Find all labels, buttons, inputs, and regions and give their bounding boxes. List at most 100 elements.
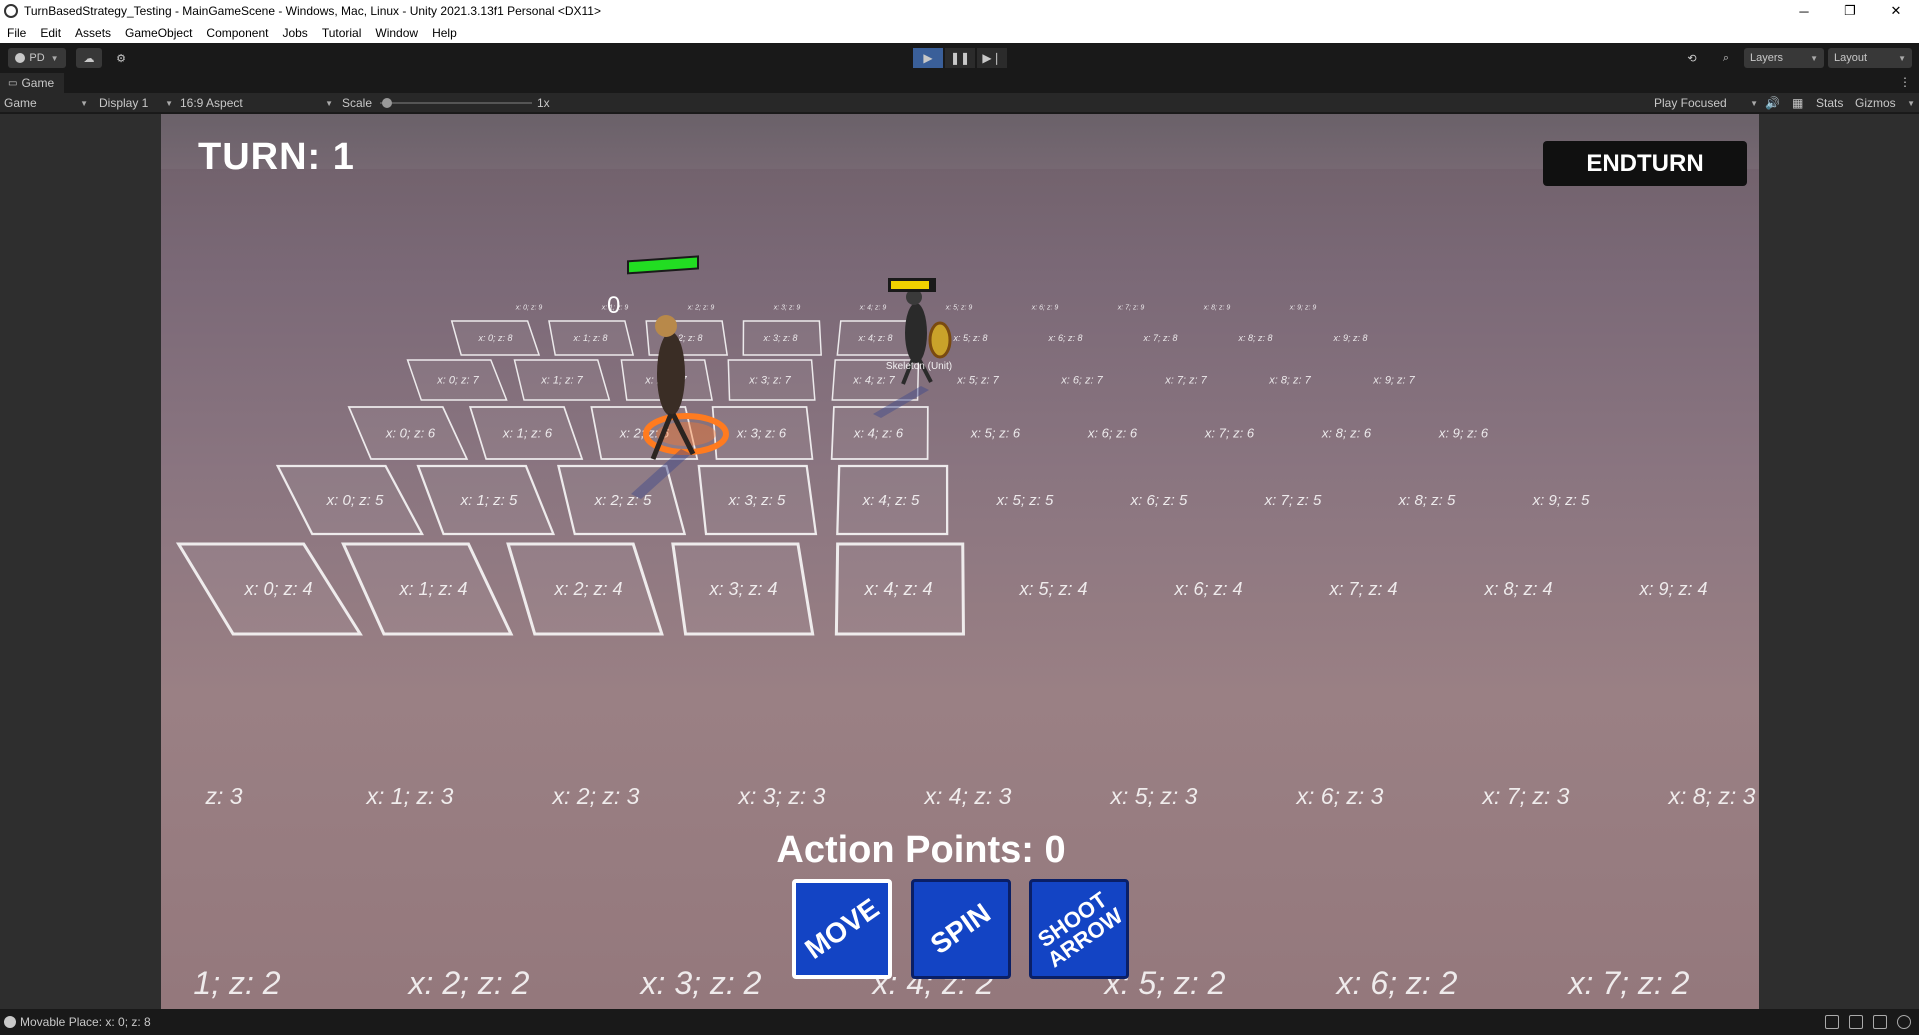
menu-edit[interactable]: Edit <box>33 26 68 40</box>
enemy-unit-body <box>905 303 927 363</box>
chevron-down-icon: ▼ <box>325 98 333 108</box>
grid-cell-label: x: 8; z: 7 <box>1268 375 1311 387</box>
grid-cell-label: z: 3 <box>204 783 242 809</box>
move-action-button[interactable]: MOVE <box>792 879 892 979</box>
kebab-menu-icon[interactable]: ⋮ <box>1899 75 1911 89</box>
gizmos-dropdown[interactable]: Gizmos ▼ <box>1855 93 1915 113</box>
maximize-button[interactable]: ❐ <box>1827 0 1873 22</box>
account-dropdown[interactable]: PD ▼ <box>8 48 66 68</box>
check-circle-icon[interactable] <box>1897 1015 1911 1029</box>
mode-dropdown[interactable]: Game ▼ <box>4 93 88 113</box>
menu-jobs[interactable]: Jobs <box>275 26 314 40</box>
close-button[interactable]: ✕ <box>1873 0 1919 22</box>
grid-cell-label: x: 2; z: 3 <box>552 783 640 809</box>
minimize-button[interactable]: ─ <box>1781 0 1827 22</box>
menu-gameobject[interactable]: GameObject <box>118 26 199 40</box>
aspect-dropdown[interactable]: 16:9 Aspect ▼ <box>180 93 333 113</box>
search-icon: ⌕ <box>1722 51 1730 64</box>
spin-action-button[interactable]: SPIN <box>911 879 1011 979</box>
grid-cell-label: x: 0; z: 6 <box>385 425 436 440</box>
grid-cell-label: x: 7; z: 6 <box>1204 425 1255 440</box>
grid-cell-label: x: 5; z: 8 <box>952 333 987 343</box>
chevron-down-icon: ▼ <box>80 98 88 108</box>
grid-cell-label: x: 8; z: 8 <box>1237 333 1272 343</box>
grid-cell-label: x: 7; z: 8 <box>1142 333 1177 343</box>
chevron-down-icon: ▼ <box>1907 98 1915 108</box>
end-turn-button[interactable]: ENDTURN <box>1543 141 1747 186</box>
grid-cell-label: x: 3; z: 8 <box>762 333 797 343</box>
grid-cell-label: x: 7; z: 9 <box>1117 304 1145 311</box>
scale-label: Scale <box>342 96 373 110</box>
grid-cell-label: x: 8; z: 4 <box>1483 579 1552 599</box>
turn-counter: TURN: 1 <box>198 136 355 178</box>
scale-slider-handle[interactable] <box>382 98 392 108</box>
grid-cell-label: x: 9; z: 5 <box>1532 492 1590 509</box>
game-viewport: x: 0; z: 9 x: 1; z: 9 x: 2; z: 9 x: 3; z: 9… <box>0 114 1919 1009</box>
mute-audio-icon[interactable]: 🔊 <box>1765 93 1780 113</box>
pause-button[interactable]: ❚❚ <box>945 48 975 68</box>
layers-dropdown[interactable]: Layers ▼ <box>1744 48 1824 68</box>
layout-label: Layout <box>1834 52 1868 64</box>
game-tab-strip: ▭ Game ⋮ <box>0 73 1919 93</box>
grid-cell-label: x: 0; z: 8 <box>477 333 512 343</box>
grid-cell-label: x: 6; z: 6 <box>1087 425 1138 440</box>
game-scene[interactable]: x: 0; z: 9 x: 1; z: 9 x: 2; z: 9 x: 3; z: 9… <box>161 114 1759 1009</box>
grid-cell-label: x: 1; z: 5 <box>460 492 518 509</box>
tab-game[interactable]: ▭ Game <box>0 73 65 93</box>
player-unit-head <box>655 315 677 337</box>
grid-cell-label: x: 4; z: 6 <box>853 425 904 440</box>
shoot-arrow-action-button[interactable]: SHOOT ARROW <box>1029 879 1129 979</box>
layers-label: Layers <box>1750 52 1784 64</box>
display-label: Display 1 <box>99 96 149 110</box>
bug-icon[interactable] <box>1825 1015 1839 1029</box>
scale-value: 1x <box>537 96 550 110</box>
grid-cell-label: x: 6; z: 8 <box>1047 333 1082 343</box>
scale-slider[interactable] <box>380 93 532 113</box>
history-icon: ⟲ <box>1687 52 1697 65</box>
grid-cell-label: x: 2; z: 4 <box>553 579 622 599</box>
status-message[interactable]: Movable Place: x: 0; z: 8 <box>20 1015 151 1029</box>
menu-window[interactable]: Window <box>368 26 425 40</box>
stats-button[interactable]: Stats <box>1816 93 1843 113</box>
grid-cell-label: x: 9; z: 9 <box>1289 304 1317 311</box>
menu-tutorial[interactable]: Tutorial <box>315 26 369 40</box>
spin-action-label: SPIN <box>925 897 997 961</box>
play-focused-dropdown[interactable]: Play Focused ▼ <box>1654 93 1758 113</box>
grid-cell-label: x: 6; z: 3 <box>1296 783 1384 809</box>
account-label: PD <box>29 52 45 64</box>
window-title-bar: TurnBasedStrategy_Testing - MainGameScen… <box>0 0 1919 22</box>
layout-dropdown[interactable]: Layout ▼ <box>1828 48 1912 68</box>
grid-cell-label: x: 4; z: 4 <box>863 579 932 599</box>
cloud-button[interactable]: ☁ <box>76 48 102 68</box>
unit-action-points-label: 0 <box>607 292 620 319</box>
menu-file[interactable]: File <box>0 26 33 40</box>
grid-overlay: x: 0; z: 9 x: 1; z: 9 x: 2; z: 9 x: 3; z: 9… <box>175 255 1756 1001</box>
play-button[interactable]: ▶ <box>913 48 943 68</box>
grid-cell-label: x: 5; z: 4 <box>1018 579 1087 599</box>
search-button[interactable]: ⌕ <box>1713 48 1739 68</box>
cloud-icon: ☁ <box>83 52 95 65</box>
display-dropdown[interactable]: Display 1 ▼ <box>99 93 173 113</box>
grid-cell-label: x: 3; z: 2 <box>639 965 762 1001</box>
step-button[interactable]: ▶❘ <box>977 48 1007 68</box>
menu-help[interactable]: Help <box>425 26 464 40</box>
collab-button[interactable]: ⚙ <box>108 48 134 68</box>
chevron-down-icon: ▼ <box>165 98 173 108</box>
no-entry-icon[interactable] <box>1873 1015 1887 1029</box>
history-button[interactable]: ⟲ <box>1679 48 1705 68</box>
status-bar: Movable Place: x: 0; z: 8 <box>0 1009 1919 1035</box>
menu-component[interactable]: Component <box>199 26 275 40</box>
play-focused-label: Play Focused <box>1654 96 1727 110</box>
grid-cell-label: x: 5; z: 7 <box>956 375 999 387</box>
database-icon[interactable] <box>1849 1015 1863 1029</box>
menu-assets[interactable]: Assets <box>68 26 118 40</box>
grid-cell-label: x: 0; z: 9 <box>515 304 543 311</box>
account-icon <box>15 53 26 63</box>
enemy-health-bar <box>891 281 929 289</box>
grid-cell-label: x: 5; z: 5 <box>996 492 1054 509</box>
grid-cell-label: x: 0; z: 5 <box>326 492 384 509</box>
grid-cell-label: x: 0; z: 7 <box>436 375 479 387</box>
grid-icon[interactable]: ▦ <box>1792 93 1803 113</box>
enemy-shield <box>928 321 952 359</box>
grid-cell-label: x: 6; z: 2 <box>1335 965 1458 1001</box>
